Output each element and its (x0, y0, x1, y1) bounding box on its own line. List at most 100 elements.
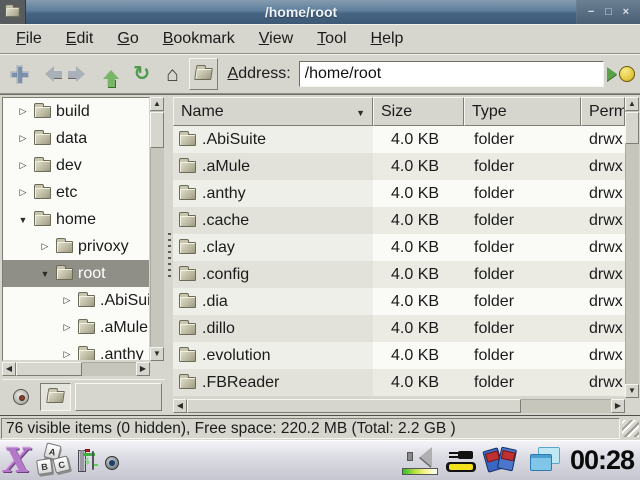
menu-item[interactable]: File (4, 25, 54, 53)
file-size: 4.0 KB (373, 342, 464, 369)
table-row[interactable]: .cache 4.0 KB folder drwx (173, 207, 625, 234)
tree-item[interactable]: ▼ root (3, 260, 149, 287)
tree-item[interactable]: ▷ .anthy (3, 341, 149, 361)
list-vertical-scrollbar[interactable]: ▲ ▼ (625, 97, 639, 398)
places-pane-button[interactable] (5, 383, 36, 411)
scroll-left-icon[interactable]: ◀ (173, 399, 187, 413)
close-icon[interactable]: × (623, 0, 629, 24)
menu-item[interactable]: Edit (54, 25, 106, 53)
power-applet[interactable] (446, 450, 476, 472)
table-row[interactable]: .config 4.0 KB folder drwx (173, 261, 625, 288)
pane-splitter[interactable] (166, 97, 172, 412)
table-row[interactable]: .evolution 4.0 KB folder drwx (173, 342, 625, 369)
scrollbar-thumb[interactable] (187, 399, 521, 413)
tree-pane-button[interactable] (40, 383, 71, 411)
tree-expander-icon[interactable]: ▷ (17, 187, 29, 198)
table-row[interactable]: .dillo 4.0 KB folder drwx (173, 315, 625, 342)
table-row[interactable]: .dia 4.0 KB folder drwx (173, 288, 625, 315)
tree-vertical-scrollbar[interactable]: ▲ ▼ (150, 97, 164, 361)
tree-item-label: data (56, 130, 87, 148)
file-name: .cache (202, 212, 249, 230)
table-row[interactable]: .FBReader 4.0 KB folder drwx (173, 369, 625, 396)
folder-icon (34, 106, 51, 118)
menu-item[interactable]: Help (359, 25, 416, 53)
titlebar: /home/root − □ × (0, 0, 640, 24)
go-button[interactable] (606, 58, 635, 90)
folder-icon (78, 322, 95, 334)
tree-item[interactable]: ▷ etc (3, 179, 149, 206)
table-row[interactable]: .anthy 4.0 KB folder drwx (173, 180, 625, 207)
terminal-icon: $ (80, 450, 84, 471)
address-input[interactable] (299, 61, 605, 87)
tree-expander-icon[interactable]: ▷ (61, 349, 73, 360)
tree-item[interactable]: ▷ .AbiSuite (3, 287, 149, 314)
volume-applet[interactable] (402, 447, 438, 475)
scrollbar-thumb[interactable] (150, 112, 164, 148)
side-pane-mode-bar (2, 379, 165, 413)
column-header-size[interactable]: Size (373, 97, 464, 126)
tree-expander-icon[interactable]: ▷ (61, 295, 73, 306)
forward-button[interactable] (66, 58, 95, 90)
tree-expander-icon[interactable]: ▼ (17, 215, 29, 225)
maximize-icon[interactable]: □ (605, 0, 612, 24)
clock[interactable]: 00:28 (570, 445, 636, 476)
file-name: .clay (202, 239, 235, 257)
toolbar: ↻ ⌂ Address: (0, 54, 640, 94)
folder-icon (34, 214, 51, 226)
scroll-down-icon[interactable]: ▼ (625, 384, 639, 398)
tree-item[interactable]: ▷ data (3, 125, 149, 152)
home-button[interactable]: ⌂ (158, 58, 187, 90)
table-row[interactable]: .AbiSuite 4.0 KB folder drwx (173, 126, 625, 153)
menu-item[interactable]: Tool (305, 25, 358, 53)
window-switcher-applet[interactable] (528, 447, 562, 475)
back-button[interactable] (36, 58, 65, 90)
tree-item[interactable]: ▼ home (3, 206, 149, 233)
scroll-up-icon[interactable]: ▲ (625, 97, 639, 111)
minimize-icon[interactable]: − (588, 0, 594, 24)
window-controls: − □ × (576, 0, 640, 24)
window-icon (530, 454, 552, 471)
scroll-right-icon[interactable]: ▶ (611, 399, 625, 413)
tree-item[interactable]: ▷ privoxy (3, 233, 149, 260)
tree-item[interactable]: ▷ dev (3, 152, 149, 179)
menu-item[interactable]: Go (105, 25, 150, 53)
table-row[interactable]: .clay 4.0 KB folder drwx (173, 234, 625, 261)
resize-grip-icon[interactable] (622, 420, 639, 437)
list-horizontal-scrollbar[interactable]: ◀ ▶ (173, 399, 625, 413)
scroll-right-icon[interactable]: ▶ (136, 362, 150, 376)
menu-item[interactable]: View (247, 25, 305, 53)
titlebar-drag-area[interactable]: /home/root (26, 0, 576, 24)
tree-expander-icon[interactable]: ▷ (17, 160, 29, 171)
scroll-down-icon[interactable]: ▼ (150, 347, 164, 361)
tree-expander-icon[interactable]: ▷ (39, 241, 51, 252)
column-header-type[interactable]: Type (464, 97, 581, 126)
memory-card-applet[interactable] (484, 446, 520, 476)
folder-icon (179, 350, 196, 362)
scrollbar-thumb[interactable] (16, 362, 82, 376)
keyboard-icon[interactable]: A B C (36, 444, 72, 478)
window-menu-button[interactable] (0, 0, 26, 24)
tree-item[interactable]: ▷ .aMule (3, 314, 149, 341)
up-button[interactable] (97, 58, 126, 90)
file-name: .dia (202, 293, 228, 311)
terminal-task-button[interactable]: $ (78, 450, 86, 472)
column-header-perm[interactable]: Perm (581, 97, 625, 126)
tree-expander-icon[interactable]: ▼ (39, 269, 51, 279)
x11-icon[interactable]: X (4, 444, 30, 478)
menu-item[interactable]: Bookmark (151, 25, 247, 53)
tree-expander-icon[interactable]: ▷ (61, 322, 73, 333)
table-row[interactable]: .aMule 4.0 KB folder drwx (173, 153, 625, 180)
tree-horizontal-scrollbar[interactable]: ◀ ▶ (2, 362, 150, 376)
tree-expander-icon[interactable]: ▷ (17, 106, 29, 117)
file-perm: drwx (581, 315, 625, 342)
refresh-button[interactable]: ↻ (128, 58, 157, 90)
file-name: .evolution (202, 347, 271, 365)
scroll-left-icon[interactable]: ◀ (2, 362, 16, 376)
tree-item[interactable]: ▷ build (3, 98, 149, 125)
scroll-up-icon[interactable]: ▲ (150, 97, 164, 111)
column-header-name[interactable]: Name ▼ (173, 97, 373, 126)
side-pane-toggle-button[interactable] (189, 58, 218, 90)
scrollbar-thumb[interactable] (625, 112, 639, 144)
tree-expander-icon[interactable]: ▷ (17, 133, 29, 144)
new-tab-button[interactable] (5, 58, 34, 90)
